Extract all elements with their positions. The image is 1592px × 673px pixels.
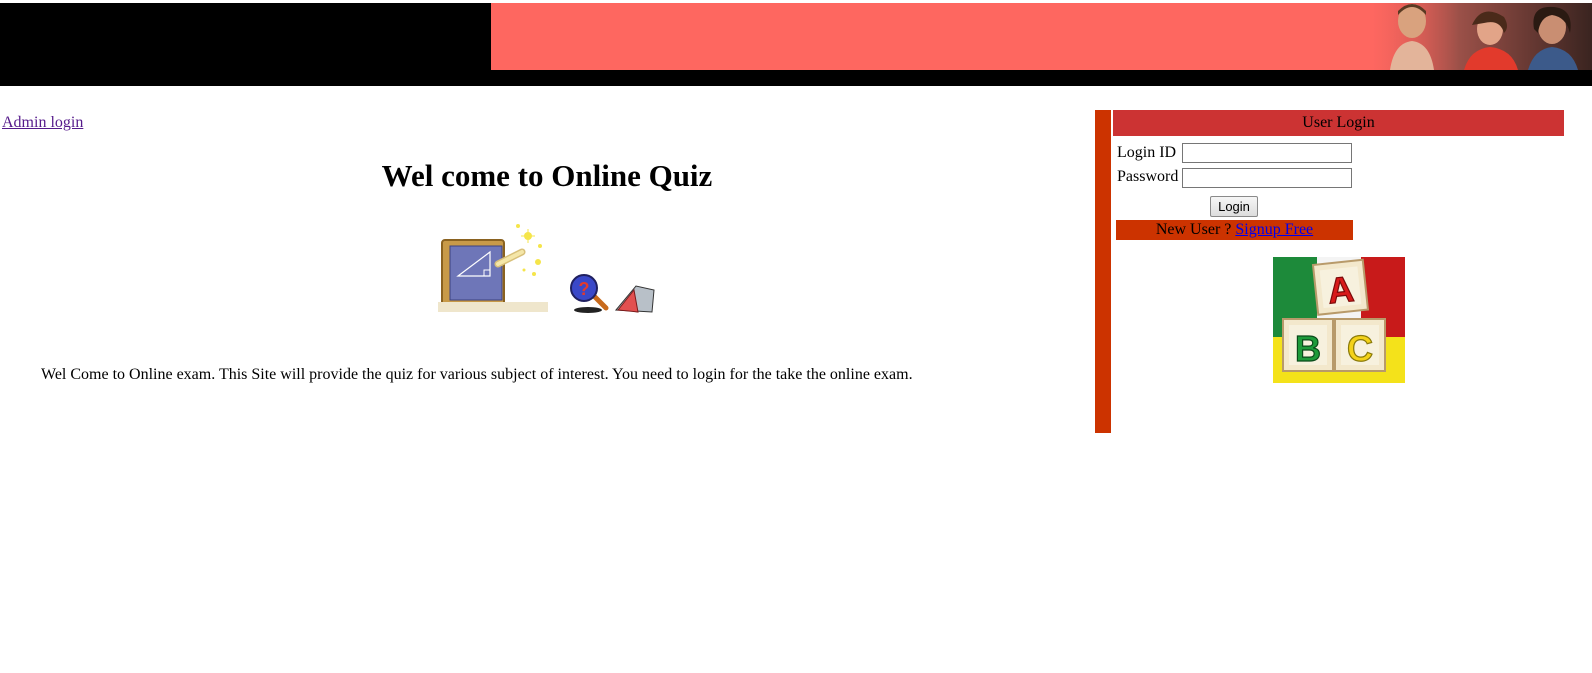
password-field[interactable]	[1182, 168, 1352, 188]
open-book-icon	[614, 285, 655, 313]
quiz-illustration: ?	[438, 216, 658, 321]
sidebar-accent-bar	[1095, 110, 1111, 433]
page-title: Wel come to Online Quiz	[381, 158, 713, 193]
login-button[interactable]: Login	[1210, 196, 1258, 217]
magnifier-question-icon: ?	[570, 274, 609, 313]
header-banner	[0, 3, 1592, 86]
svg-text:?: ?	[579, 279, 590, 299]
svg-text:C: C	[1347, 328, 1373, 369]
admin-login-link[interactable]: Admin login	[2, 114, 83, 132]
svg-text:B: B	[1295, 328, 1321, 369]
signup-row: New User ? Signup Free	[1116, 220, 1353, 240]
svg-text:A: A	[1326, 268, 1356, 311]
intro-text: Wel Come to Online exam. This Site will …	[41, 366, 913, 383]
people-photo-icon	[1372, 3, 1592, 70]
chalkboard-triangle-icon	[438, 224, 548, 312]
login-panel-header: User Login	[1113, 110, 1564, 136]
password-label: Password	[1117, 168, 1179, 185]
login-id-label: Login ID	[1117, 144, 1177, 161]
signup-link[interactable]: Signup Free	[1235, 221, 1313, 238]
new-user-text: New User ?	[1155, 221, 1232, 238]
login-id-field[interactable]	[1182, 143, 1352, 163]
abc-blocks-icon: A B C	[1273, 257, 1405, 383]
